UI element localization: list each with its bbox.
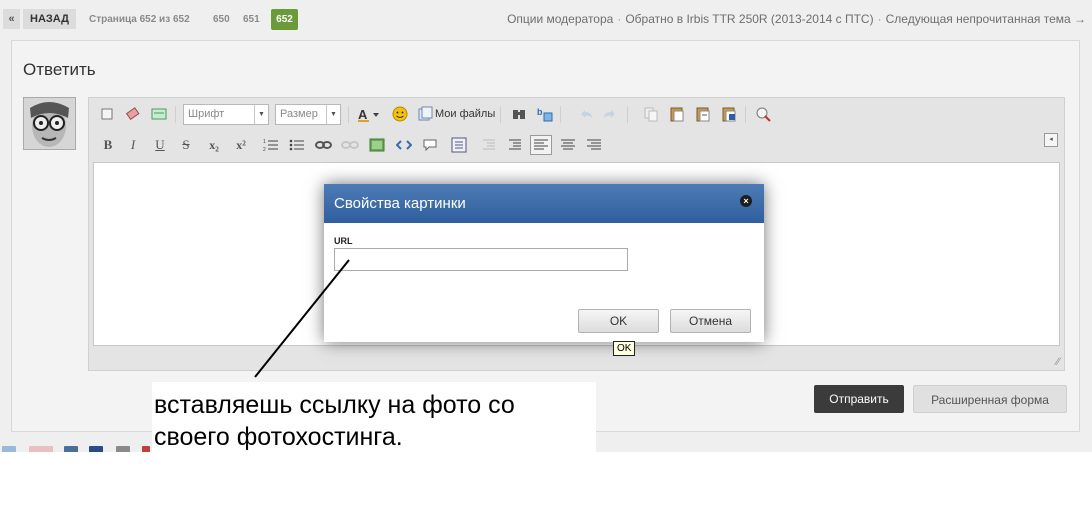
send-button[interactable]: Отправить (814, 385, 904, 413)
ok-button[interactable]: OK (578, 309, 659, 333)
thread-links: Опции модератора · Обратно в Irbis TTR 250… (507, 12, 1086, 26)
moderator-options-link[interactable]: Опции модератора (507, 12, 613, 26)
paste-icon[interactable] (668, 105, 686, 123)
separator: · (617, 12, 622, 26)
social-icon[interactable] (142, 446, 150, 452)
toolbar-separator (627, 106, 628, 123)
undo-icon[interactable] (577, 105, 595, 123)
toolbar-separator (560, 106, 561, 123)
resize-handle-icon[interactable]: ⁄⁄ (1056, 356, 1060, 368)
dialog-header: Свойства картинки × (324, 184, 764, 223)
superscript-button[interactable]: x² (232, 136, 250, 154)
collapse-toolbar-icon[interactable]: ◂ (1044, 133, 1058, 147)
bold-button[interactable]: B (99, 136, 117, 154)
back-button[interactable]: НАЗАД (23, 9, 76, 29)
bulleted-list-icon[interactable] (288, 136, 306, 154)
code-icon[interactable] (395, 136, 413, 154)
svg-text:2: 2 (263, 147, 266, 152)
current-page[interactable]: 652 (271, 9, 298, 30)
advanced-form-button[interactable]: Расширенная форма (913, 385, 1067, 413)
underline-button[interactable]: U (151, 136, 169, 154)
toolbar-separator (175, 106, 176, 123)
next-unread-link[interactable]: Следующая непрочитанная тема → (886, 12, 1086, 26)
spellcheck-icon[interactable] (754, 105, 772, 123)
toggle-source-icon[interactable] (150, 105, 168, 123)
page-info: Страница 652 из 652 (89, 14, 190, 25)
copy-icon[interactable] (642, 105, 660, 123)
social-icon[interactable] (29, 446, 53, 452)
close-icon[interactable]: × (740, 195, 752, 207)
separator: · (877, 12, 882, 26)
top-navigation: « НАЗАД Страница 652 из 652 650 651 652 … (0, 0, 1092, 38)
remove-format-icon[interactable] (98, 105, 116, 123)
replace-icon[interactable]: b (536, 105, 554, 123)
size-select-label: Размер (280, 108, 318, 120)
toolbar-separator (745, 106, 746, 123)
toolbar-row-1: Шрифт ▼ Размер ▼ A Мои файлы b (89, 102, 1064, 126)
page-link-650[interactable]: 650 (213, 14, 230, 25)
redo-icon[interactable] (601, 105, 619, 123)
toolbar-separator (500, 106, 501, 123)
image-icon[interactable] (368, 136, 386, 154)
url-input[interactable] (334, 248, 628, 271)
paste-word-icon[interactable] (720, 105, 738, 123)
dialog-title: Свойства картинки (334, 195, 466, 212)
ok-tooltip: OK (613, 341, 636, 356)
indent-icon[interactable] (506, 136, 524, 154)
first-page-button[interactable]: « (3, 9, 20, 29)
my-files-icon[interactable] (416, 105, 434, 123)
cancel-button[interactable]: Отмена (670, 309, 751, 333)
image-properties-dialog: Свойства картинки × URL OK Отмена (324, 184, 764, 342)
binoculars-icon[interactable] (510, 105, 528, 123)
outdent-icon[interactable] (480, 136, 498, 154)
social-icon[interactable] (116, 446, 130, 452)
strikethrough-button[interactable]: S (177, 136, 195, 154)
numbered-list-icon[interactable]: 12 (262, 136, 280, 154)
text-color-icon[interactable]: A (357, 105, 381, 123)
quote-icon[interactable] (421, 136, 439, 154)
svg-text:1: 1 (263, 139, 266, 145)
chevron-down-icon: ▼ (326, 105, 340, 124)
avatar (23, 97, 76, 150)
annotation-box: вставляешь ссылку на фото со своего фото… (152, 382, 596, 452)
chevron-down-icon: ▼ (254, 105, 268, 124)
social-icon[interactable] (64, 446, 78, 452)
reply-title: Ответить (23, 60, 96, 79)
font-select[interactable]: Шрифт ▼ (183, 104, 269, 125)
align-center-icon[interactable] (559, 136, 577, 154)
svg-text:b: b (537, 107, 543, 117)
italic-button[interactable]: I (124, 136, 142, 154)
align-left-icon[interactable] (530, 135, 552, 155)
social-icon[interactable] (2, 446, 16, 452)
my-files-label[interactable]: Мои файлы (435, 108, 495, 120)
subscript-button[interactable]: x₂ (205, 136, 223, 154)
eraser-icon[interactable] (124, 105, 142, 123)
font-select-label: Шрифт (188, 108, 225, 120)
size-select[interactable]: Размер ▼ (275, 104, 341, 125)
page-link-651[interactable]: 651 (243, 14, 260, 25)
url-label: URL (334, 236, 353, 246)
toolbar-separator (348, 106, 349, 123)
toolbar-row-2: B I U S x₂ x² 12 (89, 133, 1064, 157)
align-right-icon[interactable] (585, 136, 603, 154)
link-icon[interactable] (315, 136, 333, 154)
paste-text-icon[interactable] (694, 105, 712, 123)
smiley-icon[interactable] (391, 105, 409, 123)
svg-text:A: A (358, 107, 368, 122)
social-icon[interactable] (89, 446, 103, 452)
annotation-text: вставляешь ссылку на фото со своего фото… (154, 391, 515, 451)
unlink-icon[interactable] (341, 136, 359, 154)
spoiler-icon[interactable] (450, 136, 468, 154)
back-to-thread-link[interactable]: Обратно в Irbis TTR 250R (2013-2014 с ПТ… (625, 12, 873, 26)
